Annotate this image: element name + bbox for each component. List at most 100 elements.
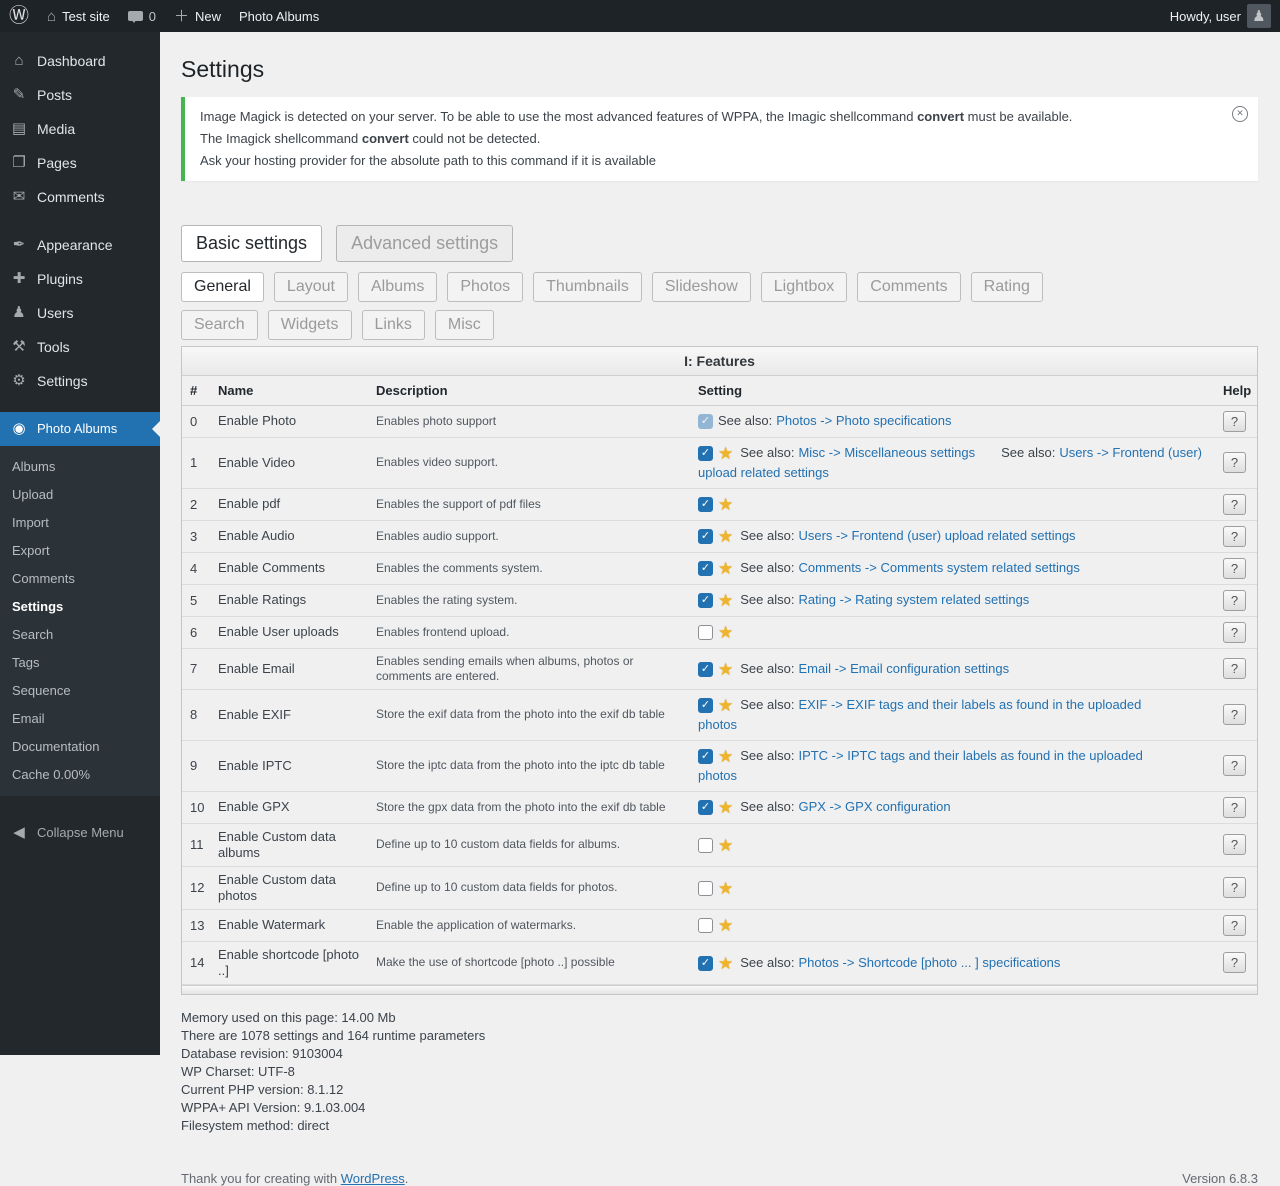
subtab-general[interactable]: General: [181, 272, 264, 302]
help-button[interactable]: ?: [1223, 915, 1246, 936]
sidebar-item-plugins[interactable]: ✚Plugins: [0, 262, 160, 296]
menu-separator: [0, 214, 160, 228]
sidebar-item-label: Posts: [37, 86, 72, 104]
help-button[interactable]: ?: [1223, 452, 1246, 473]
see-also-link[interactable]: GPX -> GPX configuration: [798, 799, 950, 814]
setting-checkbox[interactable]: [698, 838, 713, 853]
help-button[interactable]: ?: [1223, 622, 1246, 643]
subtab-slideshow[interactable]: Slideshow: [652, 272, 751, 302]
submenu-item-email[interactable]: Email: [0, 705, 160, 733]
dismiss-notice-button[interactable]: ✕: [1232, 106, 1248, 122]
tab-advanced-settings[interactable]: Advanced settings: [336, 225, 513, 262]
collapse-menu-button[interactable]: ◀ Collapse Menu: [0, 816, 160, 850]
help-button[interactable]: ?: [1223, 494, 1246, 515]
see-also-label: See also:: [740, 661, 794, 676]
sidebar-item-label: Appearance: [37, 236, 113, 254]
setting-checkbox[interactable]: [698, 956, 713, 971]
settings-icon: ⚙: [10, 372, 28, 390]
submenu-item-settings[interactable]: Settings: [0, 593, 160, 621]
help-cell: ?: [1215, 552, 1257, 584]
setting-description: Store the gpx data from the photo into t…: [368, 791, 690, 823]
see-also-link[interactable]: Photos -> Photo specifications: [776, 413, 951, 428]
see-also-link[interactable]: Email -> Email configuration settings: [798, 661, 1009, 676]
setting-checkbox[interactable]: [698, 497, 713, 512]
help-button[interactable]: ?: [1223, 658, 1246, 679]
setting-cell-container: ★See also:Comments -> Comments system re…: [690, 552, 1215, 584]
new-content-menu[interactable]: ＋ New: [165, 0, 230, 32]
subtab-comments[interactable]: Comments: [857, 272, 960, 302]
subtab-widgets[interactable]: Widgets: [268, 310, 352, 340]
setting-checkbox[interactable]: [698, 800, 713, 815]
see-also-link[interactable]: Comments -> Comments system related sett…: [798, 560, 1079, 575]
sidebar-item-label: Users: [37, 304, 74, 322]
setting-checkbox[interactable]: [698, 561, 713, 576]
subtab-misc[interactable]: Misc: [435, 310, 494, 340]
wordpress-menu[interactable]: Ⓦ: [0, 0, 38, 32]
submenu-item-export[interactable]: Export: [0, 537, 160, 565]
help-button[interactable]: ?: [1223, 797, 1246, 818]
comments-shortcut[interactable]: 0: [119, 0, 165, 32]
submenu-item-tags[interactable]: Tags: [0, 649, 160, 677]
help-button[interactable]: ?: [1223, 411, 1246, 432]
row-number: 11: [182, 823, 210, 866]
setting-checkbox[interactable]: [698, 593, 713, 608]
submenu-item-comments[interactable]: Comments: [0, 565, 160, 593]
setting-checkbox[interactable]: [698, 881, 713, 896]
sidebar-item-comments[interactable]: ✉Comments: [0, 180, 160, 214]
sidebar-item-dashboard[interactable]: ⌂Dashboard: [0, 44, 160, 78]
table-footer-bar: [182, 985, 1257, 994]
site-menu[interactable]: ⌂ Test site: [38, 0, 119, 32]
submenu-item-documentation[interactable]: Documentation: [0, 733, 160, 761]
sidebar-item-pages[interactable]: ❐Pages: [0, 146, 160, 180]
subtab-lightbox[interactable]: Lightbox: [761, 272, 848, 302]
see-also-link[interactable]: Users -> Frontend (user) upload related …: [798, 528, 1075, 543]
setting-checkbox[interactable]: [698, 918, 713, 933]
submenu-item-albums[interactable]: Albums: [0, 453, 160, 481]
submenu-item-upload[interactable]: Upload: [0, 481, 160, 509]
subtab-layout[interactable]: Layout: [274, 272, 348, 302]
star-icon: ★: [718, 527, 733, 546]
setting-checkbox[interactable]: [698, 529, 713, 544]
see-also-link[interactable]: Photos -> Shortcode [photo ... ] specifi…: [798, 955, 1060, 970]
help-button[interactable]: ?: [1223, 590, 1246, 611]
help-button[interactable]: ?: [1223, 952, 1246, 973]
table-row: 5Enable RatingsEnables the rating system…: [182, 584, 1257, 616]
subtab-links[interactable]: Links: [362, 310, 425, 340]
sidebar-item-photo-albums[interactable]: ◉ Photo Albums: [0, 412, 160, 446]
sidebar-item-tools[interactable]: ⚒Tools: [0, 330, 160, 364]
submenu-item-search[interactable]: Search: [0, 621, 160, 649]
wordpress-link[interactable]: WordPress: [341, 1171, 405, 1186]
help-button[interactable]: ?: [1223, 558, 1246, 579]
setting-checkbox[interactable]: [698, 749, 713, 764]
subtab-photos[interactable]: Photos: [447, 272, 523, 302]
see-also-link[interactable]: Misc -> Miscellaneous settings: [798, 445, 975, 460]
subtab-albums[interactable]: Albums: [358, 272, 437, 302]
see-also-link[interactable]: Rating -> Rating system related settings: [798, 592, 1029, 607]
setting-checkbox[interactable]: [698, 446, 713, 461]
setting-checkbox[interactable]: [698, 698, 713, 713]
help-button[interactable]: ?: [1223, 834, 1246, 855]
subtab-search[interactable]: Search: [181, 310, 258, 340]
sidebar-item-posts[interactable]: ✎Posts: [0, 78, 160, 112]
subtab-thumbnails[interactable]: Thumbnails: [533, 272, 642, 302]
sidebar-item-appearance[interactable]: ✒Appearance: [0, 228, 160, 262]
setting-checkbox[interactable]: [698, 662, 713, 677]
row-number: 7: [182, 648, 210, 689]
help-button[interactable]: ?: [1223, 526, 1246, 547]
row-number: 2: [182, 488, 210, 520]
help-button[interactable]: ?: [1223, 704, 1246, 725]
submenu-item-cache-0-00[interactable]: Cache 0.00%: [0, 761, 160, 789]
subtab-rating[interactable]: Rating: [971, 272, 1043, 302]
sidebar-item-media[interactable]: ▤Media: [0, 112, 160, 146]
help-button[interactable]: ?: [1223, 877, 1246, 898]
help-button[interactable]: ?: [1223, 755, 1246, 776]
my-account-menu[interactable]: Howdy, user ♟: [1161, 0, 1280, 32]
tab-basic-settings[interactable]: Basic settings: [181, 225, 322, 262]
sidebar-item-users[interactable]: ♟Users: [0, 296, 160, 330]
submenu-item-sequence[interactable]: Sequence: [0, 677, 160, 705]
setting-checkbox[interactable]: [698, 625, 713, 640]
sidebar-item-settings[interactable]: ⚙Settings: [0, 364, 160, 398]
photo-albums-toolbar-item[interactable]: Photo Albums: [230, 0, 328, 32]
submenu-item-import[interactable]: Import: [0, 509, 160, 537]
table-row: 11Enable Custom data albumsDefine up to …: [182, 823, 1257, 866]
